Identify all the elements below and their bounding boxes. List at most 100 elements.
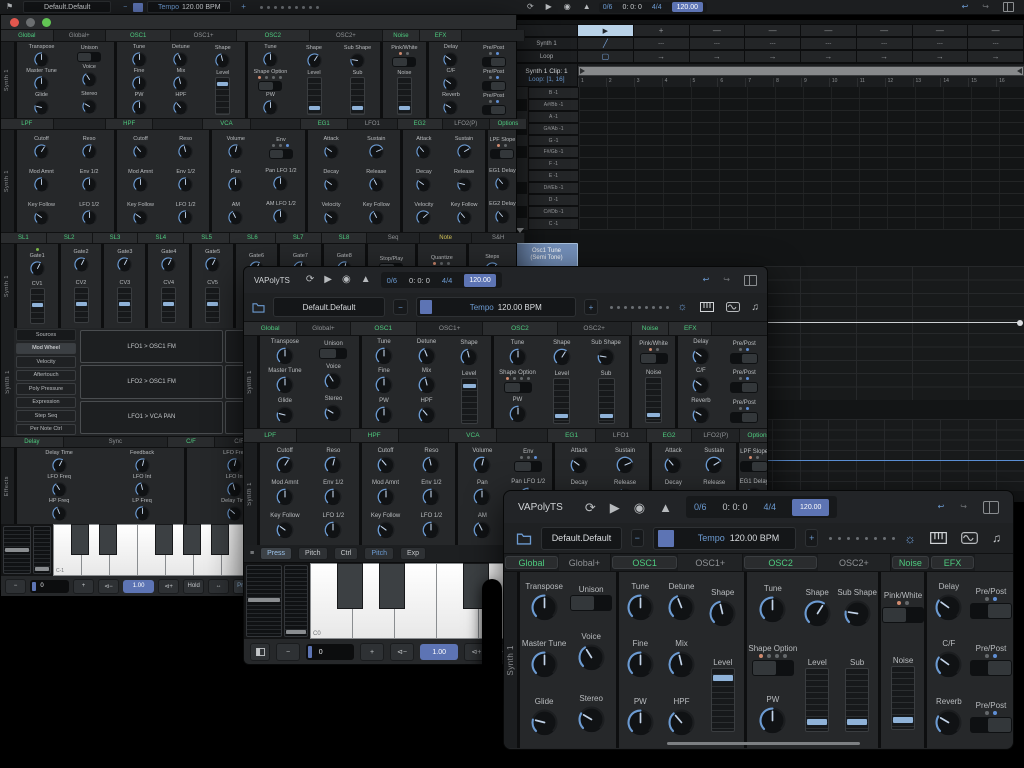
matrix-source-expression[interactable]: Expression bbox=[16, 397, 76, 409]
tab-vca[interactable]: VCA bbox=[449, 429, 497, 442]
tab-osc1-[interactable]: OSC1+ bbox=[417, 322, 483, 335]
seq-cell-dots[interactable]: --- bbox=[913, 37, 969, 50]
tab-osc2-[interactable]: OSC2+ bbox=[558, 322, 632, 335]
toggle-switch[interactable] bbox=[514, 461, 542, 472]
knob-control[interactable] bbox=[29, 260, 46, 277]
vertical-slider[interactable] bbox=[350, 77, 365, 115]
matrix-source-poly-pressure[interactable]: Poly Pressure bbox=[16, 383, 76, 395]
knob-control[interactable] bbox=[666, 707, 697, 738]
tab-vca[interactable]: VCA bbox=[203, 119, 250, 129]
toggle-switch[interactable] bbox=[269, 149, 293, 159]
black-key[interactable] bbox=[155, 524, 172, 555]
vertical-slider[interactable] bbox=[30, 288, 45, 324]
knob-control[interactable] bbox=[625, 592, 656, 623]
tab-osc1[interactable]: OSC1 bbox=[106, 30, 171, 41]
matrix-cell[interactable]: LFO1 > OSC1 FM bbox=[80, 330, 223, 363]
page-dot[interactable] bbox=[281, 6, 284, 9]
knob-control[interactable] bbox=[33, 176, 50, 193]
note-grid-lane[interactable] bbox=[579, 194, 1024, 206]
knob-control[interactable] bbox=[131, 75, 148, 92]
toggle-switch[interactable] bbox=[970, 660, 1012, 676]
knob-control[interactable] bbox=[262, 51, 279, 68]
music-notes-icon[interactable]: ♫ bbox=[992, 531, 1001, 545]
vertical-slider[interactable] bbox=[805, 668, 829, 732]
knob-control[interactable] bbox=[691, 346, 711, 366]
seq-cell-arrow[interactable]: → bbox=[690, 50, 746, 63]
note-grid-lane[interactable] bbox=[579, 146, 1024, 158]
kb-mode-pitch[interactable]: Pitch bbox=[298, 547, 328, 560]
tab-global-[interactable]: Global+ bbox=[559, 554, 611, 571]
tempo-increment-button[interactable]: + bbox=[241, 3, 246, 11]
slider-handle[interactable] bbox=[207, 302, 218, 306]
record-button[interactable]: ◉ bbox=[564, 3, 571, 11]
toggle-switch[interactable] bbox=[640, 353, 668, 364]
seq-cell-dash[interactable]: — bbox=[857, 24, 913, 37]
knob-control[interactable] bbox=[275, 487, 295, 507]
tab-sl8[interactable]: SL8 bbox=[322, 233, 368, 243]
toggle-switch[interactable] bbox=[970, 603, 1012, 619]
matrix-source-velocity[interactable]: Velocity bbox=[16, 356, 76, 368]
black-key[interactable] bbox=[379, 563, 405, 609]
menu-icon[interactable]: ≡ bbox=[250, 550, 254, 557]
knob-control[interactable] bbox=[417, 346, 437, 366]
seq-cell-dash[interactable]: — bbox=[745, 24, 801, 37]
knob-control[interactable] bbox=[596, 347, 616, 367]
knob-control[interactable] bbox=[529, 649, 560, 680]
tab-lfo2-p-[interactable]: LFO2(P) bbox=[692, 429, 740, 442]
slider-handle[interactable] bbox=[713, 675, 733, 681]
bar-ruler[interactable]: 12345678910111213141516 bbox=[578, 78, 1024, 87]
knob-control[interactable] bbox=[376, 455, 396, 475]
black-key[interactable] bbox=[337, 563, 363, 609]
toggle-switch[interactable] bbox=[882, 607, 924, 623]
knob-control[interactable] bbox=[51, 481, 68, 498]
tab-sync[interactable]: Sync bbox=[64, 437, 168, 447]
knob-control[interactable] bbox=[227, 209, 244, 226]
knob-control[interactable] bbox=[663, 455, 683, 475]
tab-global-[interactable]: Global+ bbox=[297, 322, 350, 335]
bookmark-icon[interactable]: ⚑ bbox=[6, 3, 13, 11]
note-grid-lane[interactable] bbox=[579, 206, 1024, 218]
knob-control[interactable] bbox=[842, 598, 873, 629]
knob-control[interactable] bbox=[576, 704, 607, 735]
knob-control[interactable] bbox=[323, 520, 343, 540]
vertical-slider[interactable] bbox=[307, 77, 322, 115]
knob-control[interactable] bbox=[172, 99, 189, 116]
automation-param-cell[interactable]: Osc1 Tune (Semi Tone) bbox=[515, 243, 578, 267]
bpm-display[interactable]: 120.00 bbox=[464, 274, 495, 287]
kb-mode-pitch[interactable]: Pitch bbox=[364, 547, 394, 560]
seq-cell-dash[interactable]: — bbox=[801, 24, 857, 37]
seq-cell-play[interactable]: ▶ bbox=[578, 24, 634, 37]
page-indicator-dots[interactable] bbox=[829, 537, 895, 540]
slider-handle[interactable] bbox=[309, 106, 320, 110]
velocity-down-button[interactable]: ⊲− bbox=[98, 579, 119, 594]
tab-osc2[interactable]: OSC2 bbox=[237, 30, 310, 41]
knob-control[interactable] bbox=[417, 405, 437, 425]
tab-hpf[interactable]: HPF bbox=[351, 429, 399, 442]
oscilloscope-icon[interactable] bbox=[726, 302, 740, 312]
vertical-slider[interactable] bbox=[711, 668, 735, 732]
close-traffic-light[interactable] bbox=[10, 18, 19, 27]
wheel-handle[interactable] bbox=[35, 567, 49, 571]
knob-control[interactable] bbox=[134, 481, 151, 498]
tempo-field[interactable]: Tempo 120.00 BPM bbox=[653, 527, 797, 550]
toggle-switch[interactable] bbox=[258, 81, 282, 91]
knob-control[interactable] bbox=[132, 209, 149, 226]
page-dot[interactable] bbox=[892, 537, 895, 540]
knob-control[interactable] bbox=[374, 346, 394, 366]
toggle-switch[interactable] bbox=[570, 595, 612, 611]
knob-control[interactable] bbox=[456, 209, 473, 226]
knob-control[interactable] bbox=[376, 520, 396, 540]
loop-icon[interactable]: ⟳ bbox=[527, 3, 534, 11]
kb-mode-press[interactable]: Press bbox=[260, 547, 292, 560]
knob-control[interactable] bbox=[368, 176, 385, 193]
knob-control[interactable] bbox=[160, 256, 177, 273]
slider-handle[interactable] bbox=[463, 384, 476, 388]
tab-efx[interactable]: EFX bbox=[931, 556, 974, 569]
music-notes-icon[interactable]: ♫ bbox=[752, 302, 760, 313]
loop-icon[interactable]: ⟳ bbox=[306, 275, 314, 285]
host-tempo-field[interactable]: Tempo 120.00 BPM bbox=[147, 1, 231, 13]
clip-header[interactable]: Synth 1 Clip: 1 Loop: [1, 16] bbox=[515, 63, 578, 87]
knob-control[interactable] bbox=[323, 371, 343, 391]
knob-control[interactable] bbox=[576, 642, 607, 673]
toggle-switch[interactable] bbox=[504, 382, 532, 393]
